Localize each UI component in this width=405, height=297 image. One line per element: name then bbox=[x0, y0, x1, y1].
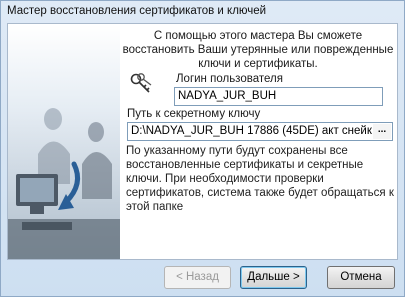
office-workers-art bbox=[8, 24, 120, 259]
login-label: Логин пользователя bbox=[176, 73, 283, 85]
wizard-content: С помощью этого мастера Вы сможете восст… bbox=[116, 24, 397, 259]
key-path-field[interactable]: D:\NADYA_JUR_BUH 17886 (45DE) акт снейк … bbox=[127, 122, 393, 141]
next-button[interactable]: Дальше > bbox=[240, 266, 307, 289]
key-path-value: D:\NADYA_JUR_BUH 17886 (45DE) акт снейк bbox=[131, 125, 372, 137]
intro-text: С помощью этого мастера Вы сможете восст… bbox=[122, 30, 394, 70]
wizard-window: Мастер восстановления сертификатов и клю… bbox=[0, 0, 405, 297]
cancel-button[interactable]: Отмена bbox=[327, 266, 395, 289]
note-text: По указанному пути будут сохранены все в… bbox=[126, 145, 394, 213]
keys-icon bbox=[129, 72, 153, 99]
browse-button[interactable]: ... bbox=[373, 124, 391, 139]
back-button[interactable]: < Назад bbox=[164, 266, 231, 289]
wizard-illustration bbox=[8, 24, 120, 259]
window-title: Мастер восстановления сертификатов и клю… bbox=[7, 5, 267, 17]
wizard-client-area: С помощью этого мастера Вы сможете восст… bbox=[7, 23, 398, 260]
key-path-label: Путь к секретному ключу bbox=[127, 108, 261, 120]
login-field[interactable]: NADYA_JUR_BUH bbox=[174, 87, 383, 106]
